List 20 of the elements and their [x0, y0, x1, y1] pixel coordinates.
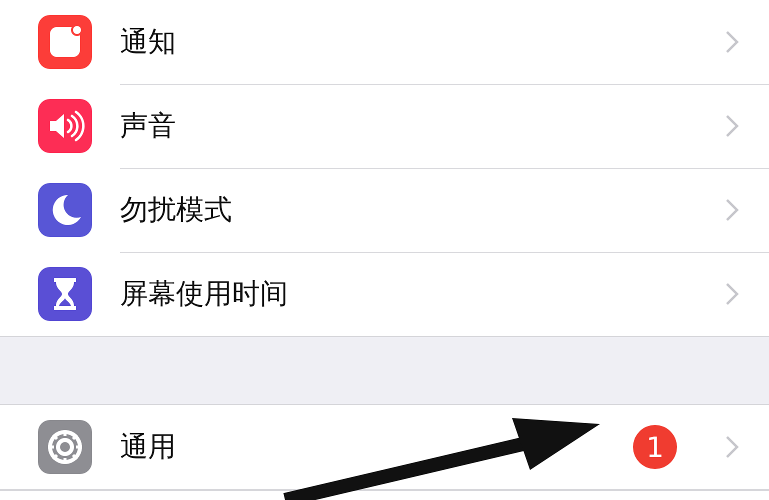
- row-label: 声音: [120, 108, 177, 144]
- speaker-icon: [38, 99, 92, 153]
- chevron-icon: [725, 114, 739, 138]
- row-label: 通知: [120, 24, 177, 60]
- settings-row[interactable]: 勿扰模式: [0, 168, 769, 252]
- chevron-icon: [725, 435, 739, 459]
- row-label: 勿扰模式: [120, 192, 233, 228]
- moon-icon: [38, 183, 92, 237]
- hourglass-icon: [38, 267, 92, 321]
- chevron-icon: [725, 282, 739, 306]
- chevron-icon: [725, 30, 739, 54]
- settings-row[interactable]: 通知: [0, 0, 769, 84]
- settings-icon: [38, 420, 92, 474]
- row-label: 通用: [120, 429, 177, 465]
- row-label: 屏幕使用时间: [120, 276, 289, 312]
- notification-icon: [38, 15, 92, 69]
- notification-badge: 1: [633, 425, 677, 469]
- settings-row[interactable]: 声音: [0, 84, 769, 168]
- settings-row[interactable]: 屏幕使用时间: [0, 252, 769, 336]
- chevron-icon: [725, 198, 739, 222]
